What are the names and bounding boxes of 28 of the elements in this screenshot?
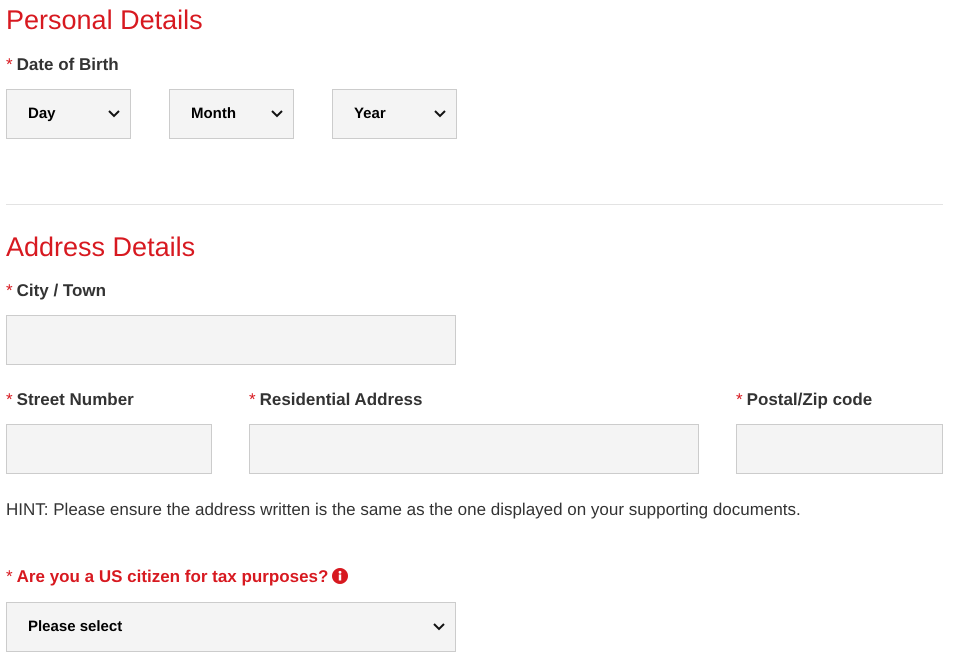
info-icon [332, 568, 348, 584]
required-asterisk: * [736, 389, 743, 410]
hint-text: HINT: Please ensure the address written is the same as the one displayed on your supporting documents. [6, 499, 802, 522]
field-label: Postal/Zip code [746, 389, 872, 410]
text-input-field[interactable] [736, 424, 943, 474]
field-label: Street Number [16, 389, 134, 410]
field-label: Are you a US citizen for tax purposes? [16, 566, 328, 587]
text-input-field[interactable] [249, 424, 699, 474]
dropdown-select[interactable]: Year [332, 89, 457, 139]
dropdown-select[interactable]: Day [6, 89, 131, 139]
required-asterisk: * [6, 280, 13, 301]
required-asterisk: * [6, 566, 13, 587]
chevron-down-icon [434, 110, 446, 118]
required-asterisk: * [6, 54, 13, 75]
chevron-down-icon [271, 110, 283, 118]
section-heading: Personal Details [6, 4, 204, 37]
field-label: Residential Address [260, 389, 422, 410]
required-asterisk: * [6, 389, 13, 410]
required-asterisk: * [249, 389, 256, 410]
text-input-field[interactable] [6, 315, 456, 365]
field-label: City / Town [16, 280, 106, 301]
text-input-field[interactable] [6, 424, 212, 474]
chevron-down-icon [433, 623, 445, 631]
field-label: Date of Birth [16, 54, 119, 75]
section-heading: Address Details [6, 231, 196, 264]
dropdown-select[interactable]: Month [169, 89, 294, 139]
dropdown-select[interactable]: Please select [6, 602, 456, 652]
chevron-down-icon [108, 110, 120, 118]
